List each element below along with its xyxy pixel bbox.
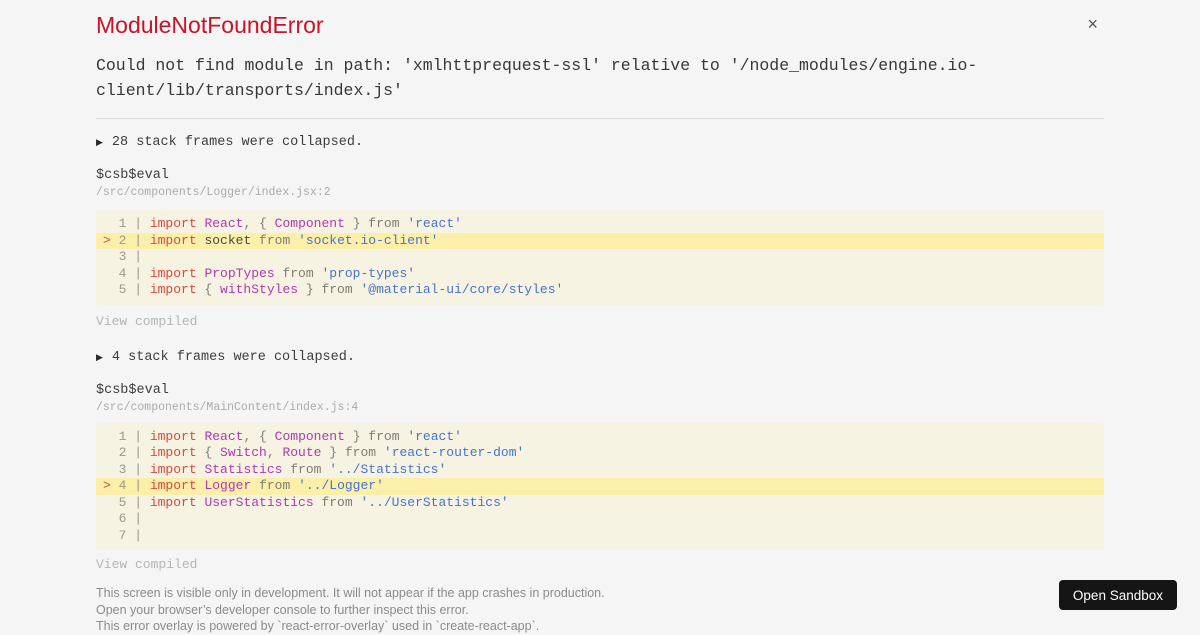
code-line: 1 | import React, { Component } from 're… xyxy=(103,216,462,231)
code-line: > 4 | import Logger from '../Logger' xyxy=(96,478,1104,495)
error-message: Could not find module in path: 'xmlhttpr… xyxy=(96,56,978,100)
frame-file-path: /src/components/MainContent/index.js:4 xyxy=(96,400,359,414)
expand-arrow-icon: ▶ xyxy=(96,138,103,148)
code-line: 3 | import Statistics from '../Statistic… xyxy=(103,461,447,477)
stack-collapse-toggle[interactable]: ▶ 4 stack frames were collapsed. xyxy=(96,349,1104,365)
code-line: 4 | import PropTypes from 'prop-types' xyxy=(103,265,416,281)
footer-note: This screen is visible only in developme… xyxy=(96,586,605,600)
footer-notes: This screen is visible only in developme… xyxy=(96,585,1104,635)
error-title: ModuleNotFoundError xyxy=(96,12,324,38)
divider xyxy=(96,118,1104,119)
code-block: 1 | import React, { Component } from 're… xyxy=(96,422,1104,550)
stack-collapse-toggle[interactable]: ▶ 28 stack frames were collapsed. xyxy=(96,136,1104,150)
code-line: 5 | import { withStyles } from '@materia… xyxy=(103,282,564,297)
stack-frame-section: ▶ 4 stack frames were collapsed. $csb$ev… xyxy=(96,349,1104,574)
collapsed-frames-label: 28 stack frames were collapsed. xyxy=(111,135,364,150)
code-line: > 2 | import socket from 'socket.io-clie… xyxy=(96,232,1104,249)
frame-function-name: $csb$eval xyxy=(96,168,169,183)
frame-file-path: /src/components/Logger/index.jsx:2 xyxy=(96,186,331,199)
code-line: 6 | xyxy=(103,511,150,526)
expand-arrow-icon: ▶ xyxy=(96,352,103,363)
open-sandbox-button[interactable]: Open Sandbox xyxy=(1058,580,1177,610)
collapsed-frames-label: 4 stack frames were collapsed. xyxy=(111,349,355,365)
stack-frame-section: ▶ 28 stack frames were collapsed. $csb$e… xyxy=(96,136,1104,330)
footer-note: Open your browser’s developer console to… xyxy=(96,602,469,617)
close-icon[interactable]: × xyxy=(1085,13,1100,35)
error-overlay: ModuleNotFoundError × Could not find mod… xyxy=(0,0,1200,635)
footer-note: This error overlay is powered by `react-… xyxy=(96,619,540,633)
code-block: 1 | import React, { Component } from 're… xyxy=(96,210,1104,305)
view-compiled-link[interactable]: View compiled xyxy=(96,558,197,572)
frame-function-name: $csb$eval xyxy=(96,382,169,398)
code-line: 7 | xyxy=(103,527,150,543)
code-line: 2 | import { Switch, Route } from 'react… xyxy=(103,445,525,460)
code-line: 1 | import React, { Component } from 're… xyxy=(103,428,462,444)
code-line: 3 | xyxy=(103,249,150,264)
view-compiled-link[interactable]: View compiled xyxy=(96,314,197,329)
code-line: 5 | import UserStatistics from '../UserS… xyxy=(103,494,509,510)
